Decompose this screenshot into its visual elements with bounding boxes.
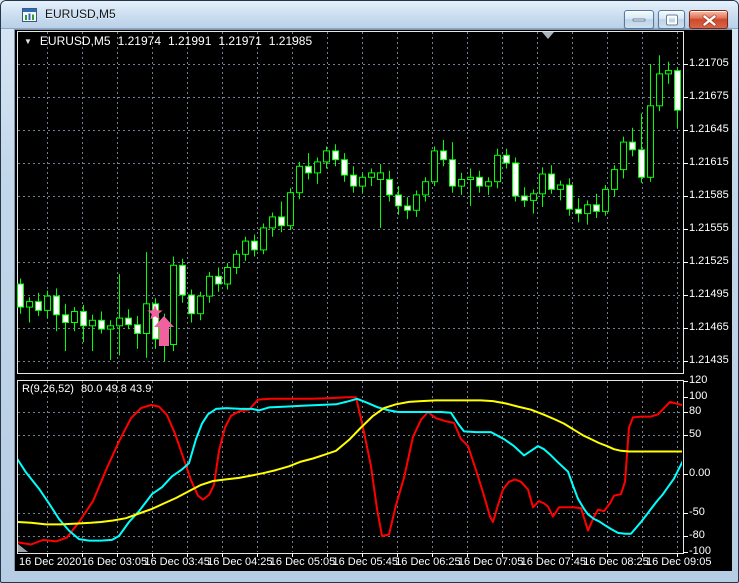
- time-axis[interactable]: [17, 554, 683, 570]
- symbol-dropdown-icon[interactable]: ▼: [24, 37, 32, 46]
- header-close: 1.21985: [268, 34, 313, 48]
- header-symbol: EURUSD,M5: [39, 34, 111, 48]
- red-line: [18, 396, 682, 546]
- indicator-name: R(9,26,52): [22, 383, 74, 395]
- chart-window: EURUSD,M5 1.21705 1.21675 1.21645 1.2161…: [0, 0, 739, 583]
- header-low: 1.21971: [218, 34, 262, 48]
- grid-lines: [18, 32, 682, 552]
- chart-canvas: [17, 31, 688, 557]
- header-open: 1.21974: [117, 34, 161, 48]
- indicator-label: R(9,26,52) 80.0 49.8 43.9: [22, 383, 151, 395]
- indicator-lines: [18, 396, 682, 546]
- chart-ohlc-header: ▼ EURUSD,M5 1.21974 1.21991 1.21971 1.21…: [24, 34, 312, 48]
- price-axis[interactable]: [684, 31, 732, 553]
- subwindow-resize-grip[interactable]: [18, 544, 28, 552]
- pane-divider[interactable]: [17, 373, 683, 380]
- indicator-values: 80.0 49.8 43.9: [80, 383, 152, 395]
- candlestick-series: [17, 55, 681, 361]
- chart-shift-marker: [542, 32, 554, 39]
- header-high: 1.21991: [168, 34, 212, 48]
